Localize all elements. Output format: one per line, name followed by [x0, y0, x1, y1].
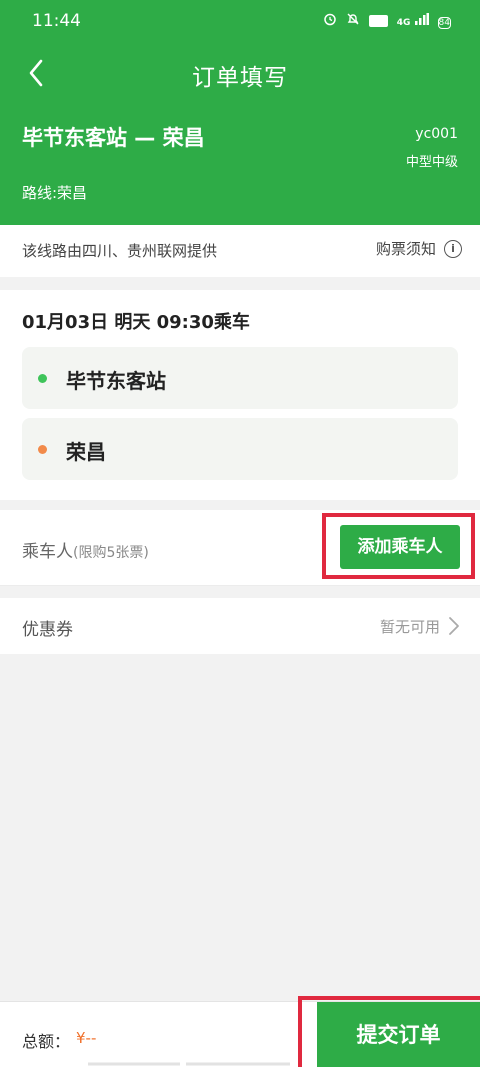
start-station: 毕节东客站	[22, 347, 458, 409]
passenger-limit: (限购5张票)	[73, 545, 149, 561]
alarm-icon	[323, 12, 337, 30]
coupon-label: 优惠券	[22, 620, 73, 640]
coupon-value: 暂无可用	[379, 618, 440, 636]
add-passenger-button[interactable]: 添加乘车人	[340, 525, 460, 569]
network-type: 4G	[396, 18, 411, 28]
battery-icon: 84	[437, 14, 452, 29]
purchase-notice-link[interactable]: 购票须知 i	[376, 238, 462, 259]
battery-level: 84	[437, 16, 451, 29]
bus-type: 中型中级	[405, 155, 458, 170]
status-icons: HD 4G 84	[323, 12, 452, 30]
total-value: ¥--	[76, 1029, 97, 1047]
notice-row: 该线路由四川、贵州联网提供 购票须知 i	[0, 225, 480, 277]
signal-icon: 4G	[397, 13, 429, 29]
passenger-row: 乘车人(限购5张票) 添加乘车人	[0, 510, 480, 586]
submit-order-button[interactable]: 提交订单	[317, 1002, 480, 1067]
coupon-row[interactable]: 优惠券 暂无可用	[0, 598, 480, 654]
departure-time: 01月03日 明天 09:30乘车	[22, 312, 250, 333]
info-icon: i	[444, 239, 462, 258]
gesture-bar	[88, 1062, 290, 1066]
end-station-name: 荣昌	[66, 440, 106, 464]
passenger-label: 乘车人(限购5张票)	[22, 537, 149, 562]
start-station-name: 毕节东客站	[66, 369, 166, 393]
notice-text: 该线路由四川、贵州联网提供	[22, 242, 218, 260]
page-title: 订单填写	[192, 65, 288, 91]
total-label: 总额：	[22, 1032, 71, 1051]
purchase-notice-label: 购票须知	[375, 240, 436, 258]
header: 11:44 HD 4G 84 订单填写 毕节东客站 — 荣昌 yc001 中型中…	[0, 0, 480, 225]
chevron-right-icon	[449, 617, 459, 635]
end-station: 荣昌	[22, 418, 458, 480]
trip-card: 01月03日 明天 09:30乘车 毕节东客站 荣昌	[0, 290, 480, 500]
status-time: 11:44	[32, 11, 81, 31]
end-dot-icon	[38, 445, 47, 454]
passenger-title: 乘车人	[22, 542, 73, 562]
route-title: 毕节东客站 — 荣昌	[22, 126, 205, 150]
start-dot-icon	[38, 374, 47, 383]
bus-code: yc001	[415, 126, 458, 142]
bottom-bar: 总额： ¥-- 提交订单	[0, 996, 480, 1067]
hd-icon: HD	[368, 15, 388, 27]
status-bar: 11:44 HD 4G 84	[0, 0, 480, 44]
mute-icon	[346, 12, 360, 30]
route-line: 路线:荣昌	[22, 184, 88, 202]
